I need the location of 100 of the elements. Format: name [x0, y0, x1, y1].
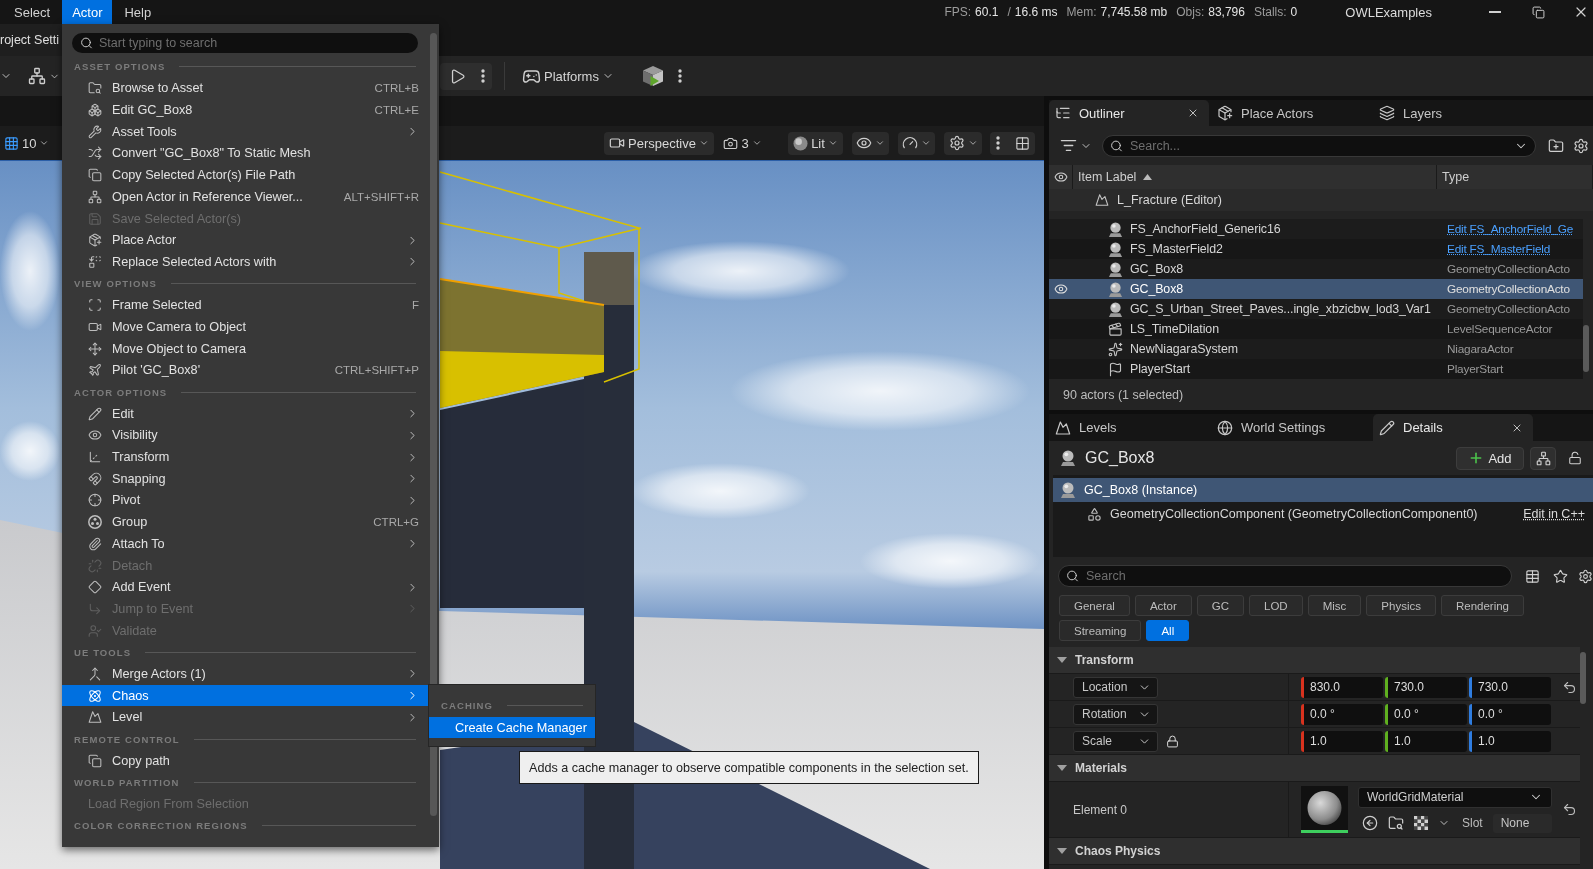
menu-bar-item[interactable]: Actor	[62, 0, 113, 24]
type-link[interactable]: Edit FS_MasterField	[1447, 242, 1551, 256]
dots-vertical-icon[interactable]	[677, 69, 682, 83]
layout-button[interactable]	[990, 131, 1035, 155]
outliner-row[interactable]: FS_AnchorField_Generic16 Edit FS_AnchorField_Ge	[1049, 219, 1583, 239]
category-header[interactable]: Materials	[1049, 755, 1580, 782]
filter-chip[interactable]: Rendering	[1440, 595, 1524, 616]
number-field[interactable]: 1.0	[1301, 730, 1383, 752]
menu-item[interactable]: Convert "GC_Box8" To Static Mesh	[62, 142, 428, 165]
panel-tab[interactable]: Outliner	[1049, 100, 1209, 126]
menu-item[interactable]: Pivot	[62, 489, 428, 512]
filter-chip[interactable]: GC	[1196, 595, 1244, 616]
panel-tab[interactable]: Details	[1373, 414, 1533, 441]
menu-item[interactable]: Pilot 'GC_Box8' CTRL+SHIFT+P	[62, 359, 428, 382]
filter-chip[interactable]: Streaming	[1059, 620, 1142, 641]
column-header[interactable]: Item Label	[1078, 170, 1137, 184]
search-field[interactable]: Search...	[1102, 134, 1536, 157]
hierarchy-button[interactable]	[28, 67, 60, 85]
reset-arrow-icon[interactable]	[1562, 679, 1577, 695]
cube-play-icon[interactable]	[641, 65, 664, 87]
menu-item[interactable]: Replace Selected Actors with	[62, 251, 428, 273]
platforms-button[interactable]: Platforms	[522, 66, 614, 86]
filter-chip[interactable]: Misc	[1307, 595, 1362, 616]
menu-item[interactable]: Chaos	[62, 684, 428, 707]
eye-icon[interactable]	[1054, 282, 1068, 296]
menu-item[interactable]: Snapping	[62, 467, 428, 490]
type-link[interactable]: Edit FS_AnchorField_Ge	[1447, 222, 1574, 236]
menu-item[interactable]: Level	[62, 706, 428, 729]
lighting-button[interactable]: Lit	[788, 131, 843, 155]
folder-plus-icon[interactable]	[1548, 137, 1564, 154]
panel-tab[interactable]: Levels	[1049, 414, 1209, 441]
add-button[interactable]: Add	[1456, 446, 1524, 470]
settings-button[interactable]	[944, 131, 982, 155]
menu-item[interactable]: Attach To	[62, 532, 428, 555]
scrollbar-thumb[interactable]	[1583, 325, 1589, 372]
lock-open-icon[interactable]	[1568, 451, 1582, 465]
number-field[interactable]: 1.0	[1385, 730, 1467, 752]
property-dropdown[interactable]: Rotation	[1073, 703, 1158, 725]
panel-tab[interactable]: Place Actors	[1211, 100, 1371, 126]
outliner-row[interactable]: LS_TimeDilation LevelSequenceActor	[1049, 319, 1583, 339]
filter-chip[interactable]: LOD	[1249, 595, 1303, 616]
outliner-row[interactable]: GC_S_Urban_Street_Paves...ingle_xbzicbw_lod3_Var1 GeometryCollectionActo	[1049, 299, 1583, 319]
outliner-row[interactable]: NewNiagaraSystem NiagaraActor	[1049, 339, 1583, 359]
panel-tab[interactable]: Layers	[1373, 100, 1533, 126]
search-field[interactable]: Start typing to search	[72, 33, 418, 53]
show-button[interactable]	[852, 131, 889, 155]
property-dropdown[interactable]: Location	[1073, 676, 1158, 698]
menu-bar-item[interactable]: Help	[114, 0, 162, 24]
level-row[interactable]: L_Fracture (Editor)	[1049, 189, 1593, 211]
filter-chip[interactable]: All	[1146, 620, 1190, 641]
number-field[interactable]: 0.0 °	[1385, 703, 1467, 725]
component-row[interactable]: GC_Box8 (Instance)	[1053, 478, 1593, 502]
outliner-row[interactable]: PlayerStart PlayerStart	[1049, 359, 1583, 379]
star-icon[interactable]	[1553, 568, 1568, 584]
filter-chip[interactable]: Physics	[1366, 595, 1436, 616]
edit-code-link[interactable]: Edit in C++	[1523, 507, 1585, 521]
menu-item[interactable]: Edit	[62, 402, 428, 425]
outliner-row[interactable]: GC_Box8 GeometryCollectionActo	[1049, 279, 1583, 299]
selected-slab[interactable]	[439, 278, 605, 408]
filter-chip[interactable]: Actor	[1134, 595, 1192, 616]
number-field[interactable]: 0.0 °	[1469, 703, 1551, 725]
menu-item[interactable]: Copy Selected Actor(s) File Path	[62, 164, 428, 186]
menu-item[interactable]: Asset Tools	[62, 120, 428, 143]
reset-arrow-icon[interactable]	[1562, 802, 1577, 817]
menu-item[interactable]: Create Cache Manager	[429, 716, 595, 739]
grid-snap-button[interactable]: 10	[2, 131, 52, 155]
lock-icon[interactable]	[1166, 734, 1179, 748]
settings-icon[interactable]	[1578, 568, 1593, 584]
menu-item[interactable]: Move Camera to Object	[62, 316, 428, 338]
folder-search-icon[interactable]	[1388, 815, 1404, 831]
material-dropdown[interactable]: WorldGridMaterial	[1358, 786, 1552, 808]
menu-item[interactable]: Move Object to Camera	[62, 337, 428, 360]
outliner-row[interactable]: FS_MasterField2 Edit FS_MasterField	[1049, 239, 1583, 259]
column-header[interactable]: Type	[1442, 170, 1470, 184]
outliner-row[interactable]: GC_Box8 GeometryCollectionActo	[1049, 259, 1583, 279]
menu-item[interactable]: Copy path	[62, 749, 428, 772]
checkerboard-icon[interactable]	[1414, 816, 1428, 830]
menu-item[interactable]: Transform	[62, 446, 428, 468]
slot-field[interactable]: None	[1492, 813, 1552, 833]
arrow-left-circle-icon[interactable]	[1362, 815, 1378, 831]
menu-bar-item[interactable]: Select	[4, 0, 61, 24]
menu-item[interactable]: Browse to Asset CTRL+B	[62, 77, 428, 100]
filter-button[interactable]	[1060, 137, 1092, 154]
menu-item[interactable]: Place Actor	[62, 229, 428, 252]
menu-item[interactable]: Open Actor in Reference Viewer... ALT+SHIFT+R	[62, 185, 428, 208]
number-field[interactable]: 730.0	[1385, 676, 1467, 698]
sphere-thumbnail[interactable]	[1301, 786, 1348, 833]
number-field[interactable]: 0.0 °	[1301, 703, 1383, 725]
table-icon[interactable]	[1525, 568, 1540, 584]
scrollbar-thumb[interactable]	[430, 33, 437, 816]
camera-speed-button[interactable]: 3	[725, 131, 760, 155]
menu-item[interactable]: Visibility	[62, 424, 428, 447]
filter-chip[interactable]: General	[1059, 595, 1130, 616]
component-row[interactable]: GeometryCollectionComponent (GeometryCollectionComponent0) Edit in C++	[1053, 503, 1593, 525]
performance-button[interactable]	[898, 131, 935, 155]
menu-item[interactable]: Frame Selected F	[62, 294, 428, 317]
number-field[interactable]: 1.0	[1469, 730, 1551, 752]
close-icon[interactable]	[1187, 107, 1199, 119]
search-field[interactable]: Search	[1058, 565, 1512, 587]
number-field[interactable]: 830.0	[1301, 676, 1383, 698]
